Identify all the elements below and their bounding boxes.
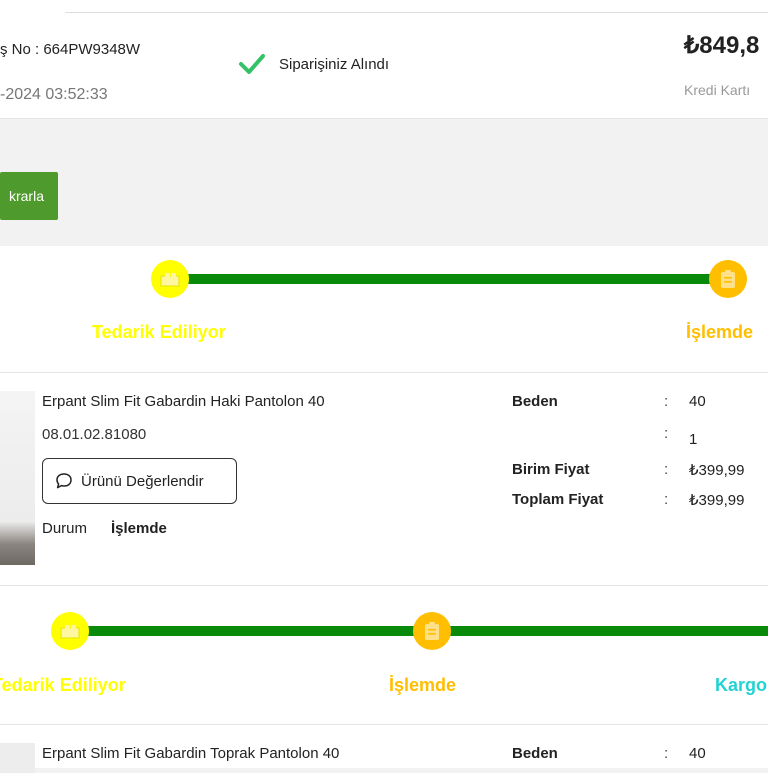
product-name[interactable]: Erpant Slim Fit Gabardin Haki Pantolon 4… — [42, 393, 325, 410]
divider — [0, 118, 768, 119]
supply-icon — [160, 273, 180, 287]
payment-method: Kredi Kartı — [684, 82, 751, 98]
spec-size-label: Beden — [512, 393, 558, 410]
order-item: Erpant Slim Fit Gabardin Toprak Pantolon… — [0, 725, 768, 773]
top-divider — [65, 12, 768, 13]
check-icon — [238, 52, 266, 76]
product-image[interactable] — [0, 391, 35, 565]
status-value: İşlemde — [111, 520, 167, 537]
spec-quantity-value: 1 — [689, 431, 698, 448]
spec-unit-price-value: ₺399,99 — [689, 462, 745, 479]
order-tracker: Tedarik Ediliyor İşlemde Kargo — [0, 586, 768, 724]
step-supply — [151, 260, 189, 298]
step-cargo-label: Kargo — [715, 675, 768, 695]
step-processing — [709, 260, 747, 298]
rate-product-button[interactable]: Ürünü Değerlendir — [42, 458, 237, 504]
spec-size-label: Beden — [512, 745, 558, 762]
order-number: ş No : 664PW9348W — [0, 41, 141, 58]
spec-colon: : — [664, 491, 669, 508]
step-processing — [413, 612, 451, 650]
product-name[interactable]: Erpant Slim Fit Gabardin Toprak Pantolon… — [42, 745, 339, 762]
step-processing-label: İşlemde — [389, 675, 457, 695]
supply-icon — [60, 625, 80, 639]
spec-colon: : — [664, 425, 669, 442]
spec-size-value: 40 — [689, 393, 706, 410]
step-processing-label: İşlemde — [686, 322, 754, 342]
status-label: Durum — [42, 520, 88, 537]
order-item: Erpant Slim Fit Gabardin Haki Pantolon 4… — [0, 373, 768, 585]
step-supply-label: Tedarik Ediliyor — [92, 322, 226, 342]
product-image[interactable] — [0, 743, 35, 773]
step-supply-label: Tedarik Ediliyor — [0, 675, 126, 695]
spec-total-price-label: Toplam Fiyat — [512, 491, 604, 508]
order-tracker: Tedarik Ediliyor İşlemde — [0, 246, 768, 372]
order-status: Siparişiniz Alındı — [279, 56, 390, 73]
order-summary: ş No : 664PW9348W -2024 03:52:33 Sipariş… — [0, 0, 768, 118]
progress-line — [170, 274, 728, 284]
repeat-order-button[interactable]: krarla — [0, 172, 58, 220]
spec-colon: : — [664, 745, 669, 762]
order-date: -2024 03:52:33 — [0, 86, 108, 103]
spec-colon: : — [664, 393, 669, 410]
step-supply — [51, 612, 89, 650]
clipboard-icon — [721, 270, 735, 288]
order-total: ₺849,8 — [684, 32, 760, 59]
repeat-order-label: krarla — [8, 188, 44, 204]
product-code: 08.01.02.81080 — [42, 426, 147, 443]
spec-colon: : — [664, 461, 669, 478]
spec-total-price-value: ₺399,99 — [689, 492, 745, 509]
speech-bubble-icon — [56, 473, 72, 489]
spec-size-value: 40 — [689, 745, 706, 762]
rate-product-label: Ürünü Değerlendir — [81, 472, 204, 490]
clipboard-icon — [425, 622, 439, 640]
spec-unit-price-label: Birim Fiyat — [512, 461, 590, 478]
